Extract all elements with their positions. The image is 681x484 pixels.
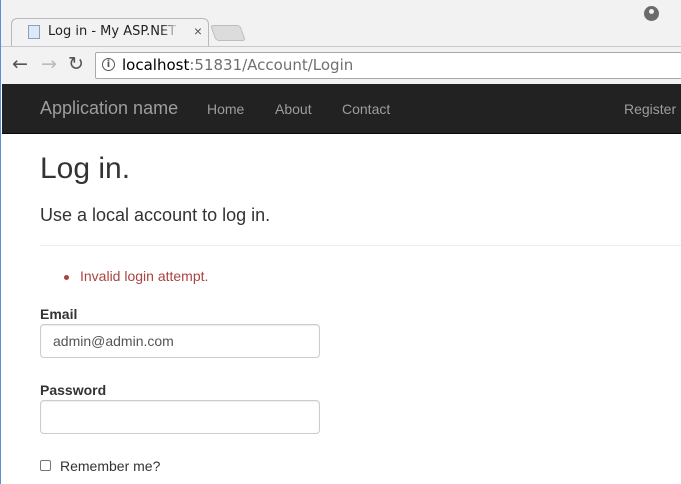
page-subtitle: Use a local account to log in. [40, 205, 271, 225]
remember-me-checkbox[interactable] [40, 460, 51, 471]
forward-arrow-icon[interactable]: → [38, 53, 60, 75]
remember-me-label[interactable]: Remember me? [60, 458, 160, 474]
info-icon[interactable]: i [102, 58, 115, 71]
nav-link-contact[interactable]: Contact [342, 101, 390, 117]
password-label: Password [40, 382, 107, 398]
nav-link-about[interactable]: About [275, 101, 312, 117]
back-arrow-icon[interactable]: ← [9, 53, 31, 75]
page-icon [28, 25, 40, 39]
address-bar[interactable]: i localhost:51831/Account/Login [95, 52, 681, 79]
site-navbar: Application name Home About Contact Regi… [2, 84, 681, 134]
password-field[interactable] [40, 400, 320, 434]
close-tab-icon[interactable]: × [190, 23, 206, 39]
url-path: :51831/Account/Login [189, 56, 354, 74]
url-text[interactable]: localhost:51831/Account/Login [122, 56, 353, 75]
nav-link-register[interactable]: Register [624, 101, 676, 117]
bullet-icon [64, 275, 69, 280]
url-host: localhost [122, 56, 190, 74]
browser-tab-active[interactable]: Log in - My ASP.NET Application × [11, 18, 209, 46]
brand-link[interactable]: Application name [40, 98, 178, 119]
email-label: Email [40, 306, 78, 322]
email-field[interactable] [40, 324, 320, 358]
window-edge [0, 84, 1, 484]
divider [40, 245, 681, 246]
new-tab-button[interactable] [210, 25, 246, 41]
browser-toolbar: ← → ↻ i localhost:51831/Account/Login [1, 46, 681, 84]
validation-error: Invalid login attempt. [80, 268, 209, 284]
reload-icon[interactable]: ↻ [65, 53, 87, 75]
tab-title: Log in - My ASP.NET Application [48, 24, 180, 39]
user-circle-icon[interactable] [644, 6, 659, 21]
browser-chrome: Log in - My ASP.NET Application × ← → ↻ … [0, 0, 681, 84]
nav-link-home[interactable]: Home [207, 101, 244, 117]
tab-strip: Log in - My ASP.NET Application × [1, 0, 681, 46]
page-title: Log in. [40, 152, 131, 185]
